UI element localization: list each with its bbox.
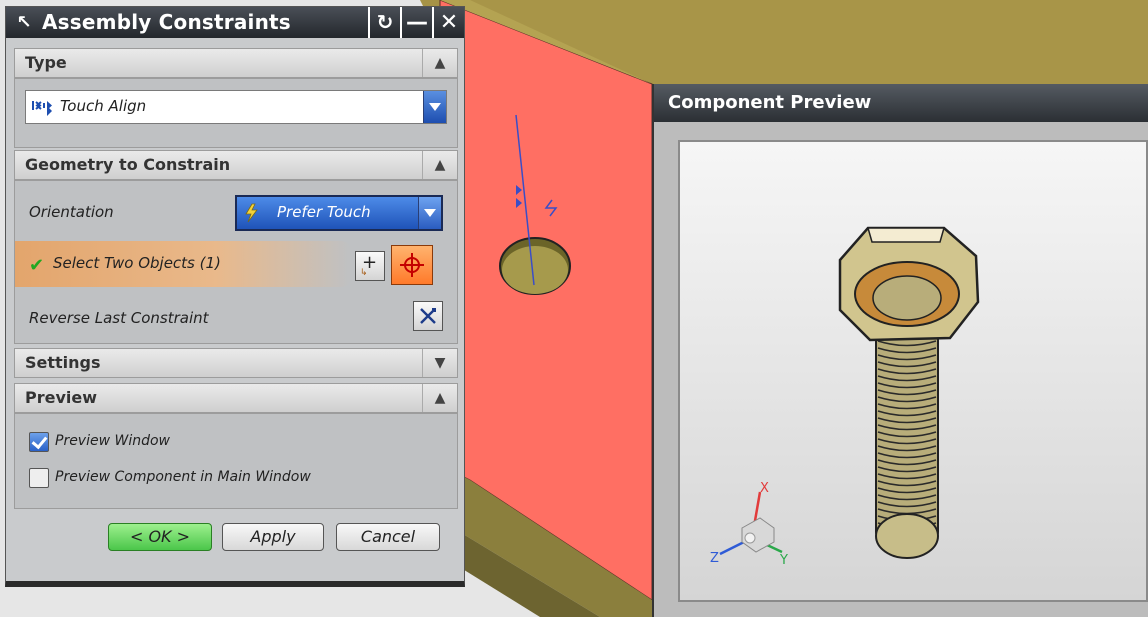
section-settings-header[interactable]: Settings ▼ — [14, 348, 458, 378]
section-type-label: Type — [25, 53, 67, 72]
component-preview-canvas[interactable]: X Y Z — [678, 140, 1148, 602]
triad-z-label: Z — [710, 551, 719, 566]
prefer-touch-icon — [243, 203, 261, 223]
section-settings-label: Settings — [25, 353, 101, 372]
section-preview-label: Preview — [25, 388, 98, 407]
pointer-icon[interactable]: ↖ — [12, 7, 36, 38]
cancel-button[interactable]: Cancel — [336, 523, 440, 551]
triad-y-label: Y — [779, 553, 788, 568]
preview-window-label: Preview Window — [55, 433, 171, 449]
select-objects-label: Select Two Objects (1) — [53, 254, 221, 272]
section-preview-header[interactable]: Preview ▲ — [14, 383, 458, 413]
chevron-down-icon[interactable] — [418, 197, 441, 229]
touch-align-icon — [32, 98, 54, 116]
create-component-button[interactable]: + ↳ — [355, 251, 385, 281]
minimize-icon[interactable]: — — [400, 7, 432, 38]
reverse-icon — [420, 308, 436, 324]
preview-window-checkbox[interactable] — [29, 432, 49, 452]
chevron-up-icon[interactable]: ▲ — [422, 151, 457, 179]
preview-component-label: Preview Component in Main Window — [55, 469, 311, 485]
close-icon[interactable]: ✕ — [432, 7, 464, 38]
section-type-header[interactable]: Type ▲ — [14, 48, 458, 78]
apply-button[interactable]: Apply — [222, 523, 324, 551]
select-object-button[interactable] — [391, 245, 433, 285]
preview-component-checkbox[interactable] — [29, 468, 49, 488]
chevron-down-icon[interactable]: ▼ — [422, 349, 457, 377]
type-dropdown[interactable]: Touch Align — [25, 90, 447, 124]
select-objects-row[interactable]: ✔ Select Two Objects (1) — [15, 241, 351, 287]
type-dropdown-value: Touch Align — [60, 97, 147, 115]
bolt-tip — [875, 513, 939, 559]
chevron-up-icon[interactable]: ▲ — [422, 49, 457, 77]
dialog-titlebar: ↖ Assembly Constraints ↻ — ✕ — [6, 7, 464, 38]
orientation-dropdown[interactable]: Prefer Touch — [235, 195, 443, 231]
dialog-title: Assembly Constraints — [42, 10, 291, 34]
triad-origin — [744, 532, 756, 544]
component-preview-title: Component Preview — [654, 84, 1148, 122]
shaft-top — [872, 275, 942, 321]
ok-button[interactable]: < OK > — [108, 523, 212, 551]
triad-x-label: X — [760, 481, 769, 496]
reverse-constraint-button[interactable] — [413, 301, 443, 331]
bolt-head-top — [867, 227, 945, 243]
hole-inner — [502, 246, 568, 294]
chevron-up-icon[interactable]: ▲ — [422, 384, 457, 412]
crosshair-icon — [400, 253, 424, 277]
reset-icon[interactable]: ↻ — [368, 7, 400, 38]
bolt-model: X Y Z — [710, 226, 980, 568]
coordinate-triad: X Y Z — [710, 481, 788, 568]
arrow-icon: ↳ — [360, 268, 368, 278]
orientation-dropdown-value: Prefer Touch — [277, 203, 371, 221]
section-geometry-header[interactable]: Geometry to Constrain ▲ — [14, 150, 458, 180]
chevron-down-icon[interactable] — [423, 91, 446, 123]
section-type-body: Touch Align — [14, 78, 458, 148]
orientation-label: Orientation — [29, 203, 114, 221]
reverse-last-constraint-label: Reverse Last Constraint — [29, 309, 209, 327]
assembly-constraints-dialog: ↖ Assembly Constraints ↻ — ✕ Type ▲ Touc… — [5, 6, 465, 587]
section-preview-body: Preview Window Preview Component in Main… — [14, 413, 458, 509]
section-geometry-body: Orientation Prefer Touch ✔ Select Two Ob… — [14, 180, 458, 344]
component-preview-window: Component Preview X Y Z — [652, 84, 1148, 617]
checkmark-icon: ✔ — [29, 255, 45, 276]
section-geometry-label: Geometry to Constrain — [25, 155, 231, 174]
